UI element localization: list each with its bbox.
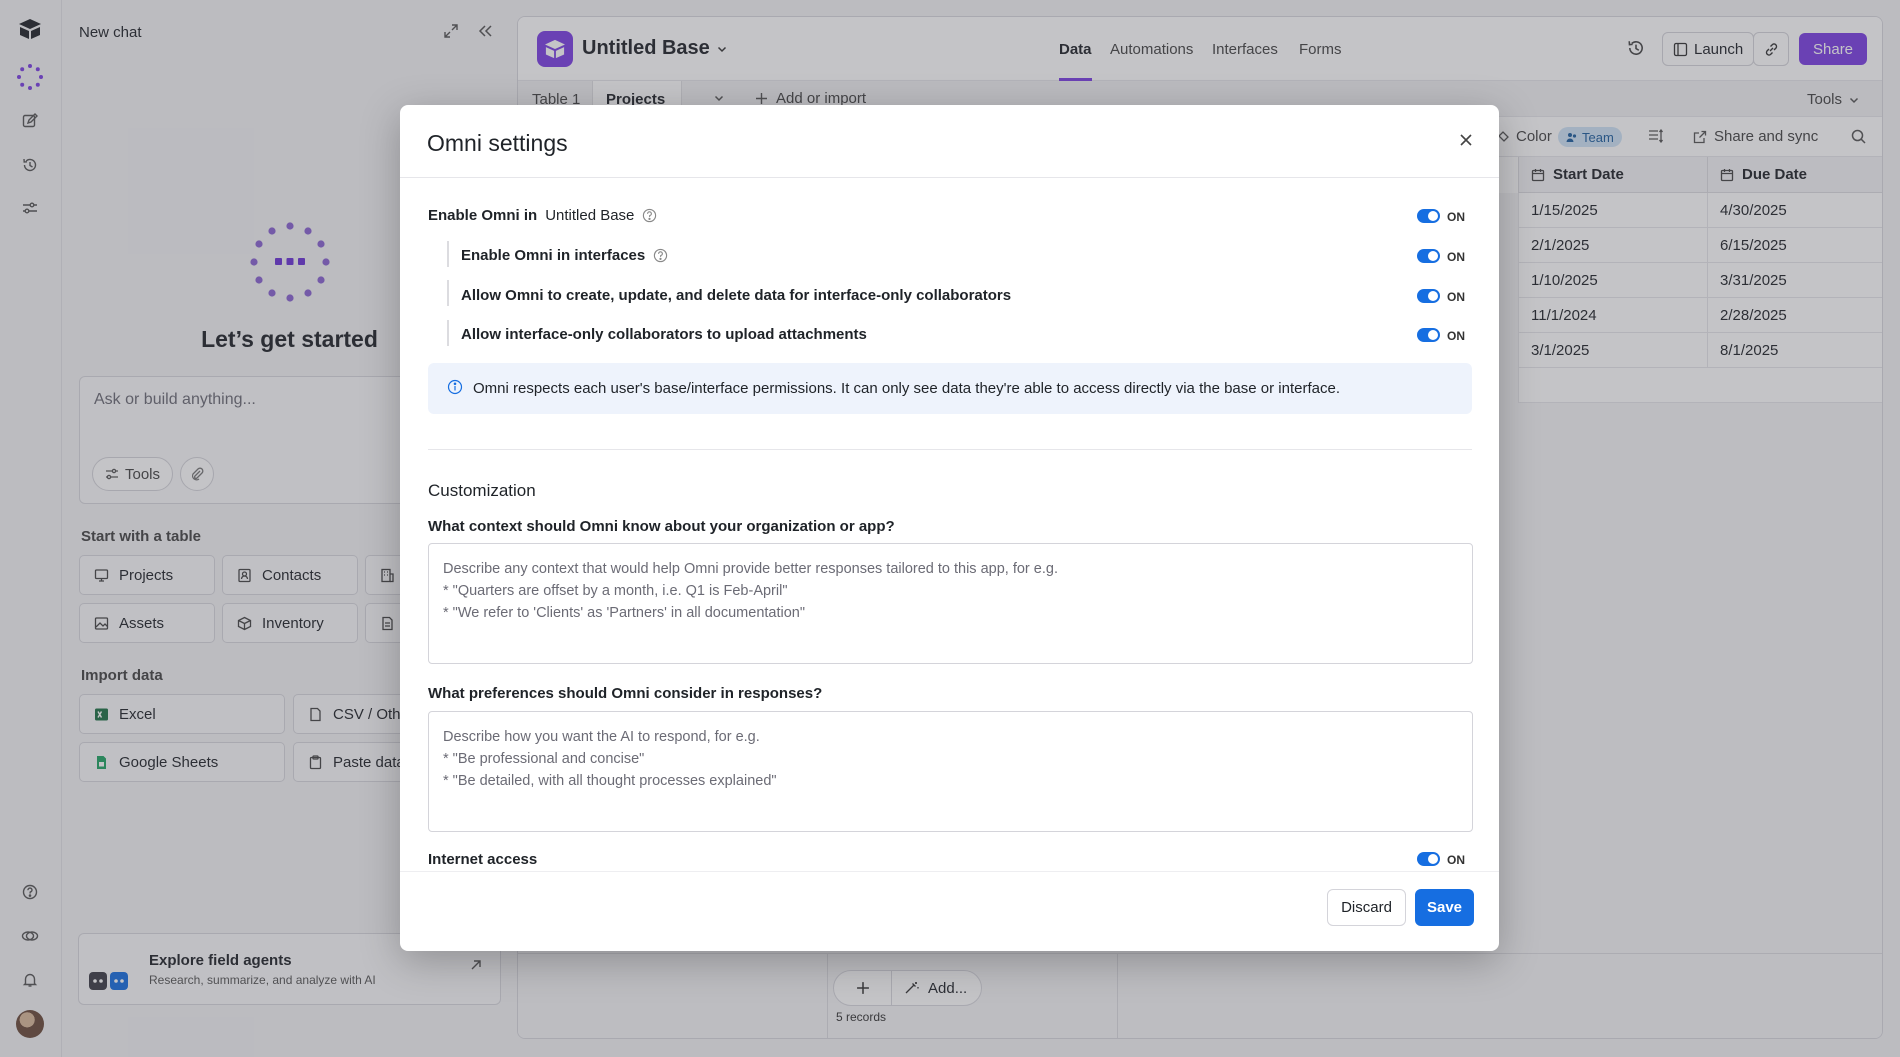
modal-title: Omni settings (427, 130, 568, 156)
toggle-state-label: ON (1447, 290, 1465, 304)
indent-bar (447, 320, 449, 346)
setting-label: Allow Omni to create, update, and delete… (461, 287, 1012, 304)
modal-footer-divider (400, 871, 1499, 872)
toggle-enable-omni-interfaces[interactable] (1417, 249, 1440, 263)
setting-enable-omni-interfaces: Enable Omni in interfaces (461, 247, 668, 264)
setting-label: Enable Omni in interfaces (461, 247, 646, 264)
toggle-state-label: ON (1447, 329, 1465, 343)
setting-base-name: Untitled Base (545, 207, 635, 224)
section-divider (428, 449, 1472, 450)
save-button[interactable]: Save (1415, 889, 1474, 926)
preferences-placeholder-line: Describe how you want the AI to respond,… (443, 729, 760, 745)
toggle-enable-omni-base[interactable] (1417, 209, 1440, 223)
context-textarea[interactable]: Describe any context that would help Omn… (428, 543, 1473, 664)
context-placeholder-line: Describe any context that would help Omn… (443, 561, 1058, 577)
context-placeholder-line: * "We refer to 'Clients' as 'Partners' i… (443, 605, 806, 621)
toggle-allow-upload[interactable] (1417, 328, 1440, 342)
preferences-placeholder-line: * "Be detailed, with all thought process… (443, 773, 777, 789)
setting-internet-access: Internet access (428, 851, 537, 868)
preferences-placeholder-line: * "Be professional and concise" (443, 751, 645, 767)
context-question: What context should Omni know about your… (428, 518, 895, 535)
toggle-state-label: ON (1447, 853, 1465, 867)
modal-header-divider (400, 177, 1499, 178)
info-text: Omni respects each user's base/interface… (473, 380, 1340, 397)
setting-label: Internet access (428, 851, 538, 868)
omni-settings-modal: Omni settings Enable Omni in Untitled Ba… (400, 105, 1499, 951)
discard-button[interactable]: Discard (1327, 889, 1406, 926)
customization-heading: Customization (428, 481, 536, 500)
setting-allow-upload: Allow interface-only collaborators to up… (461, 326, 867, 343)
toggle-state-label: ON (1447, 250, 1465, 264)
toggle-state-label: ON (1447, 210, 1465, 224)
toggle-internet-access[interactable] (1417, 852, 1440, 866)
setting-enable-omni-base: Enable Omni in Untitled Base (428, 207, 657, 224)
setting-label: Allow interface-only collaborators to up… (461, 326, 867, 343)
help-icon[interactable] (653, 248, 668, 263)
preferences-textarea[interactable]: Describe how you want the AI to respond,… (428, 711, 1473, 832)
indent-bar (447, 280, 449, 306)
setting-allow-crud: Allow Omni to create, update, and delete… (461, 287, 1011, 304)
setting-label: Enable Omni in (428, 207, 538, 224)
context-placeholder-line: * "Quarters are offset by a month, i.e. … (443, 583, 788, 599)
permissions-info-banner: Omni respects each user's base/interface… (428, 363, 1472, 414)
close-icon[interactable] (1457, 131, 1477, 151)
preferences-question: What preferences should Omni consider in… (428, 685, 823, 702)
indent-bar (447, 241, 449, 267)
toggle-allow-crud[interactable] (1417, 289, 1440, 303)
help-icon[interactable] (642, 208, 657, 223)
info-icon (447, 379, 463, 395)
